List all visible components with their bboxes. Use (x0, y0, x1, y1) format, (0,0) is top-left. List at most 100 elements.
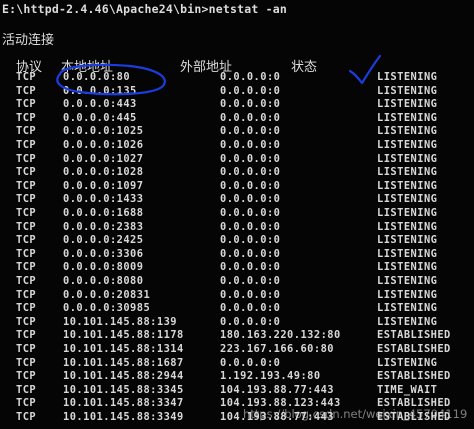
state-cell: ESTABLISHED (377, 329, 451, 342)
protocol-cell: TCP (16, 329, 37, 342)
state-cell: LISTENING (377, 98, 438, 111)
protocol-cell: TCP (16, 207, 37, 219)
connection-row: TCP 0.0.0.0:8080 0.0.0.0:0 LISTENING (0, 275, 474, 289)
command-prompt-line: E:\httpd-2.4.46\Apache24\bin>netstat -an (2, 2, 287, 16)
protocol-cell: TCP (16, 370, 37, 383)
local-address-cell: 10.101.145.88:3349 (63, 411, 184, 423)
state-cell: LISTENING (377, 207, 438, 219)
foreign-address-cell: 223.167.166.60:80 (220, 343, 334, 355)
connection-row: TCP 0.0.0.0:135 0.0.0.0:0 LISTENING (0, 85, 474, 99)
state-cell: LISTENING (377, 302, 438, 315)
protocol-cell: TCP (16, 71, 37, 83)
state-cell: LISTENING (377, 152, 438, 165)
local-address-cell: 10.101.145.88:2944 (63, 370, 184, 383)
protocol-cell: TCP (16, 383, 37, 396)
connection-row: TCP 10.101.145.88:1687 0.0.0.0:0 LISTENI… (0, 357, 474, 371)
connection-row: TCP 0.0.0.0:3306 0.0.0.0:0 LISTENING (0, 248, 474, 262)
state-cell: LISTENING (377, 125, 438, 138)
foreign-address-cell: 0.0.0.0:0 (220, 152, 281, 165)
connection-row: TCP 0.0.0.0:443 0.0.0.0:0 LISTENING (0, 98, 474, 112)
connection-row: TCP 0.0.0.0:1097 0.0.0.0:0 LISTENING (0, 180, 474, 194)
state-cell: LISTENING (377, 193, 438, 206)
connection-row: TCP 10.101.145.88:139 0.0.0.0:0 LISTENIN… (0, 316, 474, 330)
protocol-cell: TCP (16, 98, 37, 111)
protocol-cell: TCP (16, 261, 37, 274)
protocol-cell: TCP (16, 397, 37, 410)
local-address-cell: 0.0.0.0:1027 (63, 152, 144, 165)
state-cell: LISTENING (377, 315, 438, 328)
local-address-cell: 0.0.0.0:1026 (63, 139, 144, 151)
protocol-cell: TCP (16, 356, 37, 369)
foreign-address-cell: 0.0.0.0:0 (220, 302, 281, 315)
connection-row: TCP 0.0.0.0:1027 0.0.0.0:0 LISTENING (0, 153, 474, 167)
local-address-cell: 0.0.0.0:2383 (63, 220, 144, 233)
local-address-cell: 0.0.0.0:3306 (63, 247, 144, 260)
connection-row: TCP 0.0.0.0:30985 0.0.0.0:0 LISTENING (0, 302, 474, 316)
foreign-address-cell: 0.0.0.0:0 (220, 98, 281, 111)
terminal-window[interactable]: E:\httpd-2.4.46\Apache24\bin>netstat -an… (0, 0, 474, 429)
local-address-cell: 0.0.0.0:8080 (63, 275, 144, 287)
connection-row: TCP 0.0.0.0:1025 0.0.0.0:0 LISTENING (0, 125, 474, 139)
protocol-cell: TCP (16, 247, 37, 260)
foreign-address-cell: 0.0.0.0:0 (220, 111, 281, 124)
foreign-address-cell: 0.0.0.0:0 (220, 275, 281, 287)
foreign-address-cell: 0.0.0.0:0 (220, 315, 281, 328)
foreign-address-cell: 0.0.0.0:0 (220, 261, 281, 274)
local-address-cell: 0.0.0.0:20831 (63, 288, 151, 301)
local-address-cell: 0.0.0.0:443 (63, 98, 137, 111)
local-address-cell: 0.0.0.0:2425 (63, 234, 144, 247)
protocol-cell: TCP (16, 343, 37, 355)
protocol-cell: TCP (16, 302, 37, 315)
connection-row: TCP 0.0.0.0:20831 0.0.0.0:0 LISTENING (0, 289, 474, 303)
local-address-cell: 0.0.0.0:1028 (63, 166, 144, 179)
connection-row: TCP 0.0.0.0:1028 0.0.0.0:0 LISTENING (0, 166, 474, 180)
local-address-cell: 10.101.145.88:1178 (63, 329, 184, 342)
protocol-cell: TCP (16, 152, 37, 165)
foreign-address-cell: 0.0.0.0:0 (220, 84, 281, 97)
state-cell: LISTENING (377, 288, 438, 301)
local-address-cell: 0.0.0.0:30985 (63, 302, 151, 315)
connection-row: TCP 0.0.0.0:80 0.0.0.0:0 LISTENING (0, 71, 474, 85)
foreign-address-cell: 180.163.220.132:80 (220, 329, 341, 342)
foreign-address-cell: 104.193.88.77:443 (220, 383, 334, 396)
protocol-cell: TCP (16, 234, 37, 247)
protocol-cell: TCP (16, 125, 37, 138)
connection-row: TCP 0.0.0.0:1433 0.0.0.0:0 LISTENING (0, 193, 474, 207)
local-address-cell: 10.101.145.88:1687 (63, 356, 184, 369)
local-address-cell: 0.0.0.0:8009 (63, 261, 144, 274)
state-cell: ESTABLISHED (377, 343, 451, 355)
local-address-cell: 10.101.145.88:1314 (63, 343, 184, 355)
state-cell: LISTENING (377, 139, 438, 151)
state-cell: TIME_WAIT (377, 383, 438, 396)
foreign-address-cell: 0.0.0.0:0 (220, 139, 281, 151)
local-address-cell: 10.101.145.88:3345 (63, 383, 184, 396)
local-address-cell: 0.0.0.0:1025 (63, 125, 144, 138)
active-connections-title: 活动连接 (2, 33, 55, 48)
foreign-address-cell: 0.0.0.0:0 (220, 125, 281, 138)
state-cell: ESTABLISHED (377, 370, 451, 383)
local-address-cell: 0.0.0.0:445 (63, 111, 137, 124)
foreign-address-cell: 0.0.0.0:0 (220, 356, 281, 369)
connection-row: TCP 10.101.145.88:3345 104.193.88.77:443… (0, 384, 474, 398)
state-cell: LISTENING (377, 111, 438, 124)
protocol-cell: TCP (16, 84, 37, 97)
connection-row: TCP 0.0.0.0:1688 0.0.0.0:0 LISTENING (0, 207, 474, 221)
state-cell: LISTENING (377, 220, 438, 233)
connection-row: TCP 10.101.145.88:2944 1.192.193.49:80 E… (0, 370, 474, 384)
connection-row: TCP 0.0.0.0:8009 0.0.0.0:0 LISTENING (0, 261, 474, 275)
state-cell: LISTENING (377, 84, 438, 97)
foreign-address-cell: 0.0.0.0:0 (220, 207, 281, 219)
protocol-cell: TCP (16, 139, 37, 151)
protocol-cell: TCP (16, 220, 37, 233)
blog-watermark: https://blog.csdn.net/weixin_45704119 (243, 407, 468, 421)
connection-row: TCP 0.0.0.0:2383 0.0.0.0:0 LISTENING (0, 221, 474, 235)
foreign-address-cell: 0.0.0.0:0 (220, 220, 281, 233)
foreign-address-cell: 0.0.0.0:0 (220, 193, 281, 206)
connection-row: TCP 0.0.0.0:445 0.0.0.0:0 LISTENING (0, 112, 474, 126)
protocol-cell: TCP (16, 111, 37, 124)
connection-row: TCP 10.101.145.88:1314 223.167.166.60:80… (0, 343, 474, 357)
connection-row: TCP 0.0.0.0:2425 0.0.0.0:0 LISTENING (0, 234, 474, 248)
local-address-cell: 0.0.0.0:1433 (63, 193, 144, 206)
state-cell: LISTENING (377, 179, 438, 192)
protocol-cell: TCP (16, 179, 37, 192)
